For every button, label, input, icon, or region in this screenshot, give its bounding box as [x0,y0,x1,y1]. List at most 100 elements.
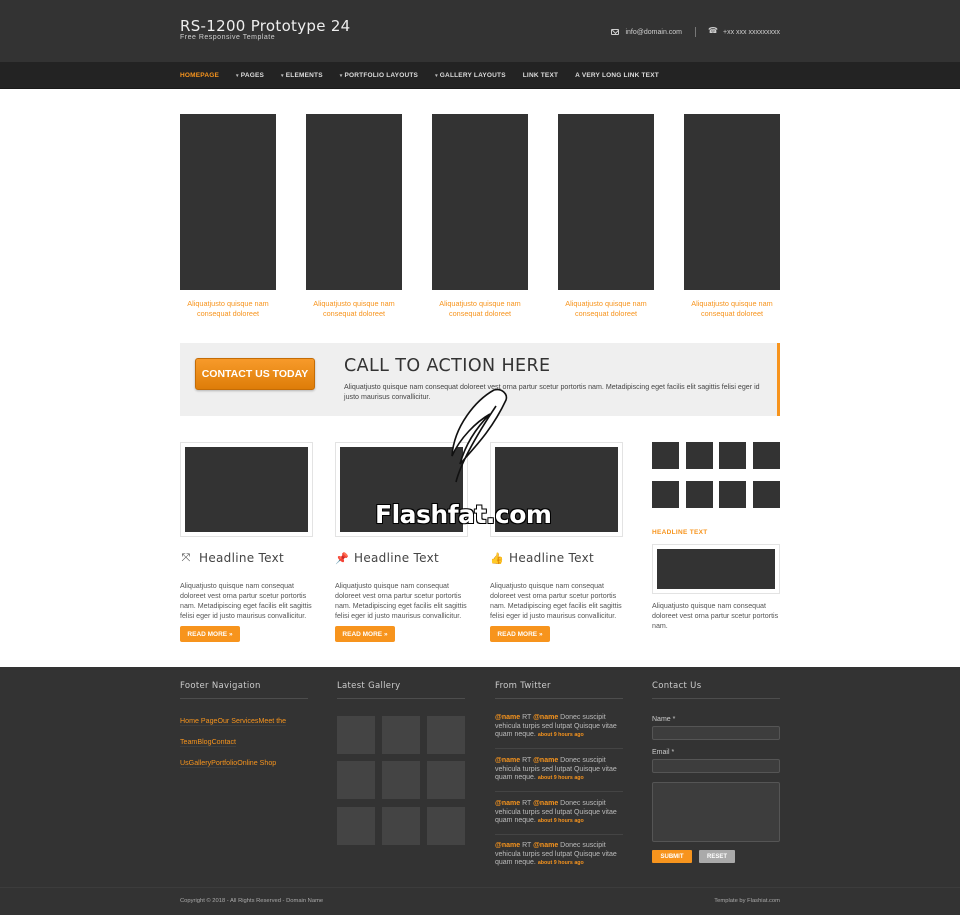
caption-line: consequat doloreet [574,309,638,318]
caption-line: Aliquatjusto quisque nam [691,299,773,308]
watermark-text: Flashfat.com [375,500,552,529]
sidebar-thumbnail[interactable] [719,481,746,508]
site-header: RS-1200 Prototype 24 Free Responsive Tem… [0,0,960,62]
footer-gallery-title: Latest Gallery [337,681,465,699]
gallery-thumbnail[interactable] [337,807,375,845]
tweet-time-link[interactable]: about 9 hours ago [538,860,584,866]
gallery-thumbnail[interactable] [382,761,420,799]
gallery-thumbnail[interactable] [382,807,420,845]
caption-line: Aliquatjusto quisque nam [439,299,521,308]
caret-down-icon: ▾ [339,73,343,79]
tweet-user-link[interactable]: @name [533,800,558,807]
nav-item-link-text[interactable]: LINK TEXT [523,72,558,79]
feature-image-frame[interactable] [180,442,313,537]
caption-line: Aliquatjusto quisque nam [313,299,395,308]
tweet-time-link[interactable]: about 9 hours ago [538,732,584,738]
footer-nav-link[interactable]: Our Services [217,717,259,726]
tweet-user-link[interactable]: @name [495,714,520,721]
gallery-thumbnail[interactable] [382,716,420,754]
sidebar-thumbnail[interactable] [753,481,780,508]
sidebar-image-placeholder [657,549,775,589]
message-textarea[interactable] [652,782,780,842]
tweet-user-link[interactable]: @name [495,800,520,807]
portfolio-thumbnail[interactable] [684,114,780,290]
footer-nav-title: Footer Navigation [180,681,308,699]
name-input[interactable] [652,726,780,740]
template-credit-link[interactable]: Template by Flashiat.com [714,898,780,904]
tweet-time-link[interactable]: about 9 hours ago [538,818,584,824]
sidebar-thumbnail[interactable] [652,481,679,508]
main-navigation: HOMEPAGE ▾ PAGES ▾ ELEMENTS ▾ PORTFOLIO LAYOUT… [0,62,960,89]
caption-line: Aliquatjusto quisque nam [565,299,647,308]
read-more-button[interactable]: READ MORE » [490,626,550,642]
reset-button[interactable]: RESET [699,850,735,863]
submit-button[interactable]: SUBMIT [652,850,692,863]
nav-item-label: PORTFOLIO LAYOUTS [344,72,419,79]
tweet-user-link[interactable]: @name [533,842,558,849]
gallery-thumbnail[interactable] [427,716,465,754]
tweet-user-link[interactable]: @name [495,842,520,849]
email-input[interactable] [652,759,780,773]
nav-item-elements[interactable]: ▾ ELEMENTS [281,72,323,79]
nav-item-portfolio-layouts[interactable]: ▾ PORTFOLIO LAYOUTS [340,72,418,79]
tweet-user-link[interactable]: @name [533,714,558,721]
nav-item-label: ELEMENTS [285,72,323,79]
sidebar-thumbnail[interactable] [719,442,746,469]
tweet-user-link[interactable]: @name [533,757,558,764]
gallery-thumbnail[interactable] [337,761,375,799]
thumbs-up-icon: 👍 [490,551,504,565]
portfolio-caption-link[interactable]: Aliquatjusto quisque nam consequat dolore… [551,299,661,319]
footer-nav-link[interactable]: Online Shop [237,759,276,767]
name-label: Name * [652,716,676,723]
cta-title: CALL TO ACTION HERE [344,356,551,376]
header-email[interactable]: info@domain.com [625,29,682,36]
portfolio-thumbnail[interactable] [180,114,276,290]
nav-item-label: HOMEPAGE [180,72,220,79]
portfolio-caption-link[interactable]: Aliquatjusto quisque nam consequat dolore… [299,299,409,319]
tweet-rt: RT [520,757,534,764]
gallery-thumbnail[interactable] [337,716,375,754]
sidebar-thumbnail[interactable] [686,481,713,508]
copyright-text: Copyright © 2018 - All Rights Reserved -… [180,898,324,904]
gallery-thumbnail[interactable] [427,807,465,845]
gallery-thumbnail[interactable] [427,761,465,799]
portfolio-thumbnail[interactable] [306,114,402,290]
contact-us-button[interactable]: CONTACT US TODAY [195,358,315,390]
nav-item-homepage[interactable]: HOMEPAGE [180,72,219,79]
footer-nav-link[interactable]: Gallery [188,759,212,768]
nav-menu: HOMEPAGE ▾ PAGES ▾ ELEMENTS ▾ PORTFOLIO LAYOUT… [180,62,676,89]
feature-headline-text: Headline Text [199,551,285,565]
portfolio-caption-link[interactable]: Aliquatjusto quisque nam consequat dolore… [173,299,283,319]
site-title[interactable]: RS-1200 Prototype 24 [180,17,351,35]
footer-divider [0,887,960,888]
portfolio-thumbnail[interactable] [558,114,654,290]
portfolio-caption-link[interactable]: Aliquatjusto quisque nam consequat dolore… [677,299,787,319]
header-divider [695,27,697,37]
nav-item-label: A VERY LONG LINK TEXT [575,72,659,79]
sidebar-thumbnail[interactable] [652,442,679,469]
footer-nav-link[interactable]: Portfolio [211,759,238,768]
portfolio-thumbnail[interactable] [432,114,528,290]
footer-contact-title: Contact Us [652,681,780,699]
footer-nav-link[interactable]: Blog [197,738,212,747]
feature-text: Aliquatjusto quisque nam consequat dolor… [180,582,312,620]
sidebar-thumbnail[interactable] [753,442,780,469]
nav-item-a-very-long-link-text[interactable]: A VERY LONG LINK TEXT [575,72,659,79]
caret-down-icon: ▾ [281,73,284,79]
sidebar-thumbnail[interactable] [686,442,713,469]
read-more-button[interactable]: READ MORE » [335,626,395,642]
footer-nav-link[interactable]: Home Page [180,717,218,726]
nav-item-gallery-layouts[interactable]: ▾ GALLERY LAYOUTS [435,72,506,79]
header-phone: +xx xxx xxxxxxxxx [723,28,780,36]
sidebar-image-frame[interactable] [652,544,780,594]
footer-nav-list: Home PageOur ServicesMeet the TeamBlogCo… [180,710,308,773]
caption-line: consequat doloreet [196,309,260,318]
tweet-user-link[interactable]: @name [495,757,520,764]
tweet-item: @name RT @name Donec suscipit vehicula t… [495,800,623,835]
nav-item-pages[interactable]: ▾ PAGES [236,72,264,79]
read-more-button[interactable]: READ MORE » [180,626,240,642]
nav-item-label: LINK TEXT [522,72,559,79]
feature-headline: 👍 Headline Text [490,551,594,565]
portfolio-caption-link[interactable]: Aliquatjusto quisque nam consequat dolore… [425,299,535,319]
tweet-time-link[interactable]: about 9 hours ago [538,775,584,781]
